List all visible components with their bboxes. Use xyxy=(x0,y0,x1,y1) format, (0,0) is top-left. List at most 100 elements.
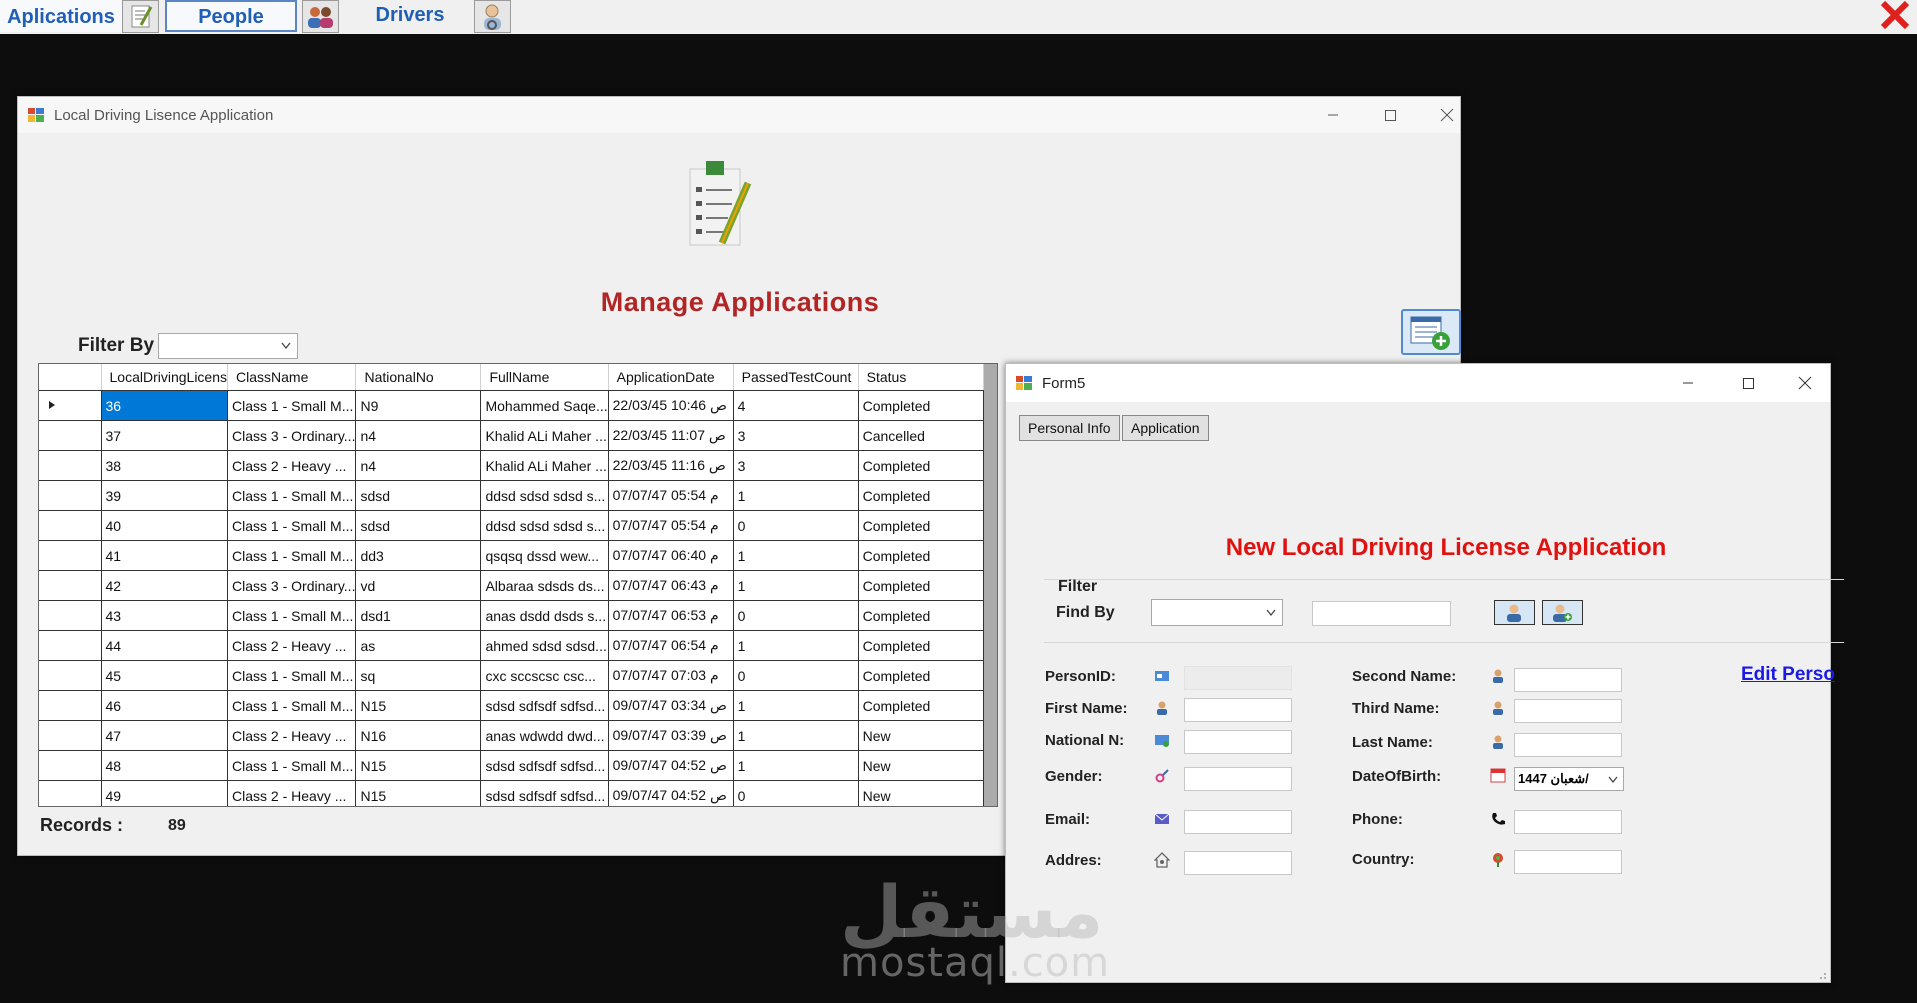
table-cell[interactable]: N9 xyxy=(355,390,482,421)
close-button[interactable] xyxy=(1777,364,1833,402)
gender-field[interactable] xyxy=(1184,767,1292,791)
table-row[interactable]: 41 Class 1 - Small M... dd3 qsqsq dssd wew.… xyxy=(39,540,984,571)
column-header[interactable]: PassedTestCount xyxy=(733,364,859,391)
column-header[interactable]: ApplicationDate xyxy=(608,364,734,391)
table-cell[interactable]: 22/03/45 10:46 ص xyxy=(608,390,734,421)
table-cell[interactable]: 36 xyxy=(101,390,229,421)
row-header[interactable] xyxy=(39,780,102,806)
column-header[interactable]: LocalDrivingLicens xyxy=(101,364,229,391)
table-cell[interactable]: qsqsq dssd wew... xyxy=(480,540,609,571)
table-cell[interactable]: 47 xyxy=(101,720,229,751)
table-row[interactable]: 49 Class 2 - Heavy ... N15 sdsd sdfsdf sdfs… xyxy=(39,780,984,806)
column-header[interactable]: NationalNo xyxy=(355,364,482,391)
table-cell[interactable]: 07/07/47 07:03 م xyxy=(608,660,734,691)
table-cell[interactable]: 1 xyxy=(733,720,859,751)
table-cell[interactable]: Khalid ALi Maher ... xyxy=(480,450,609,481)
table-cell[interactable]: 09/07/47 03:39 ص xyxy=(608,720,734,751)
first-name-field[interactable] xyxy=(1184,698,1292,722)
date-of-birth-picker[interactable]: شعبان 1447/ xyxy=(1514,767,1624,791)
table-cell[interactable]: Class 1 - Small M... xyxy=(227,540,357,571)
table-cell[interactable]: Completed xyxy=(858,570,984,601)
national-no-field[interactable] xyxy=(1184,730,1292,754)
table-cell[interactable]: ddsd sdsd sdsd s... xyxy=(480,510,609,541)
row-header[interactable] xyxy=(39,660,102,691)
table-cell[interactable]: 22/03/45 11:16 ص xyxy=(608,450,734,481)
table-cell[interactable]: dd3 xyxy=(355,540,482,571)
table-cell[interactable]: Class 1 - Small M... xyxy=(227,600,357,631)
table-cell[interactable]: anas wdwdd dwd... xyxy=(480,720,609,751)
row-header[interactable] xyxy=(39,570,102,601)
table-cell[interactable]: 09/07/47 04:52 ص xyxy=(608,750,734,781)
table-cell[interactable]: 07/07/47 06:40 م xyxy=(608,540,734,571)
table-cell[interactable]: Completed xyxy=(858,540,984,571)
row-header[interactable] xyxy=(39,420,102,451)
table-cell[interactable]: New xyxy=(858,720,984,751)
row-header[interactable] xyxy=(39,720,102,751)
table-cell[interactable]: sdsd xyxy=(355,480,482,511)
table-row[interactable]: 47 Class 2 - Heavy ... N16 anas wdwdd dwd..… xyxy=(39,720,984,751)
table-cell[interactable]: Class 1 - Small M... xyxy=(227,510,357,541)
table-row[interactable]: 37 Class 3 - Ordinary... n4 Khalid ALi Mahe… xyxy=(39,420,984,451)
add-application-button[interactable] xyxy=(1401,309,1461,355)
second-name-field[interactable] xyxy=(1514,668,1622,692)
table-cell[interactable]: 07/07/47 06:54 م xyxy=(608,630,734,661)
table-cell[interactable]: 07/07/47 05:54 م xyxy=(608,480,734,511)
table-cell[interactable]: 1 xyxy=(733,540,859,571)
table-cell[interactable]: Completed xyxy=(858,690,984,721)
table-cell[interactable]: 44 xyxy=(101,630,229,661)
table-cell[interactable]: Completed xyxy=(858,450,984,481)
row-header[interactable] xyxy=(39,600,102,631)
table-cell[interactable]: 3 xyxy=(733,420,859,451)
table-cell[interactable]: Albaraa sdsds ds... xyxy=(480,570,609,601)
row-header[interactable] xyxy=(39,510,102,541)
table-cell[interactable]: dsd1 xyxy=(355,600,482,631)
table-cell[interactable]: ddsd sdsd sdsd s... xyxy=(480,480,609,511)
table-cell[interactable]: Completed xyxy=(858,480,984,511)
find-by-select[interactable] xyxy=(1151,599,1283,626)
table-cell[interactable]: Completed xyxy=(858,390,984,421)
table-cell[interactable]: 43 xyxy=(101,600,229,631)
tab-personal-info[interactable]: Personal Info xyxy=(1019,415,1120,441)
table-cell[interactable]: 49 xyxy=(101,780,229,806)
table-cell[interactable]: New xyxy=(858,780,984,806)
table-cell[interactable]: 0 xyxy=(733,660,859,691)
table-cell[interactable]: sdsd sdfsdf sdfsd... xyxy=(480,750,609,781)
table-cell[interactable]: 37 xyxy=(101,420,229,451)
table-row[interactable]: 38 Class 2 - Heavy ... n4 Khalid ALi Maher … xyxy=(39,450,984,481)
table-cell[interactable]: vd xyxy=(355,570,482,601)
phone-field[interactable] xyxy=(1514,810,1622,834)
tab-application[interactable]: Application xyxy=(1122,415,1209,441)
table-cell[interactable]: 07/07/47 06:43 م xyxy=(608,570,734,601)
table-cell[interactable]: Class 2 - Heavy ... xyxy=(227,450,357,481)
row-header[interactable] xyxy=(39,450,102,481)
maximize-button[interactable] xyxy=(1720,364,1776,402)
country-field[interactable] xyxy=(1514,850,1622,874)
column-header[interactable]: ClassName xyxy=(227,364,357,391)
menu-applications[interactable]: Aplications xyxy=(0,0,122,32)
table-cell[interactable]: Completed xyxy=(858,510,984,541)
table-cell[interactable]: Class 1 - Small M... xyxy=(227,660,357,691)
table-cell[interactable]: 07/07/47 06:53 م xyxy=(608,600,734,631)
menu-drivers[interactable]: Drivers xyxy=(340,0,480,32)
table-row[interactable]: 44 Class 2 - Heavy ... as ahmed sdsd sdsd..… xyxy=(39,630,984,661)
close-app-icon[interactable] xyxy=(1873,0,1917,30)
table-cell[interactable]: 39 xyxy=(101,480,229,511)
column-header[interactable]: FullName xyxy=(480,364,609,391)
table-cell[interactable]: Class 2 - Heavy ... xyxy=(227,630,357,661)
table-cell[interactable]: Class 1 - Small M... xyxy=(227,750,357,781)
table-row[interactable]: 42 Class 3 - Ordinary... vd Albaraa sdsds d… xyxy=(39,570,984,601)
table-cell[interactable]: Khalid ALi Maher ... xyxy=(480,420,609,451)
table-cell[interactable]: 41 xyxy=(101,540,229,571)
table-row[interactable]: 48 Class 1 - Small M... N15 sdsd sdfsdf sdf… xyxy=(39,750,984,781)
row-header[interactable] xyxy=(39,690,102,721)
table-cell[interactable]: Completed xyxy=(858,600,984,631)
table-cell[interactable]: 07/07/47 05:54 م xyxy=(608,510,734,541)
table-cell[interactable]: Class 3 - Ordinary... xyxy=(227,570,357,601)
table-cell[interactable]: sdsd sdfsdf sdfsd... xyxy=(480,690,609,721)
table-cell[interactable]: 22/03/45 11:07 ص xyxy=(608,420,734,451)
table-cell[interactable]: 45 xyxy=(101,660,229,691)
table-cell[interactable]: Class 1 - Small M... xyxy=(227,390,357,421)
table-row[interactable]: 45 Class 1 - Small M... sq cxc sccscsc csc.… xyxy=(39,660,984,691)
table-row[interactable]: 36 Class 1 - Small M... N9 Mohammed Saqe...… xyxy=(39,390,984,421)
table-cell[interactable]: Class 1 - Small M... xyxy=(227,480,357,511)
